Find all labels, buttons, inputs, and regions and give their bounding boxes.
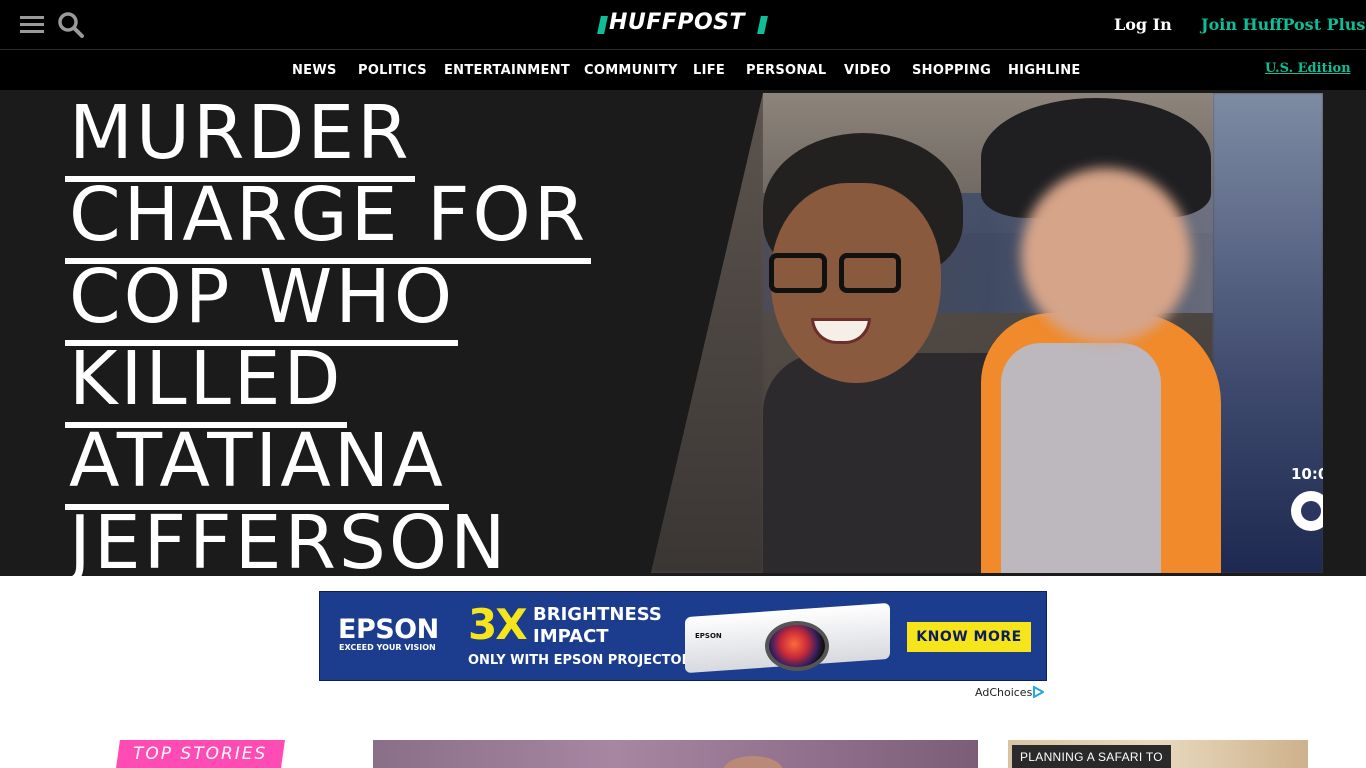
- search-icon[interactable]: [57, 11, 85, 39]
- headline-line: COP WHO: [65, 254, 459, 346]
- nav-item-politics[interactable]: POLITICS: [358, 63, 427, 78]
- projector-label: EPSON: [695, 632, 722, 640]
- section-nav: NEWS POLITICS ENTERTAINMENT COMMUNITY LI…: [0, 49, 1366, 90]
- headline-line: KILLED: [65, 336, 347, 428]
- ad-headline-line: BRIGHTNESS: [533, 604, 662, 625]
- know-more-button[interactable]: KNOW MORE: [907, 622, 1031, 652]
- cbs-logo-icon: [1291, 491, 1323, 531]
- nav-item-shopping[interactable]: SHOPPING: [912, 63, 991, 78]
- nav-item-highline[interactable]: HIGHLINE: [1008, 63, 1081, 78]
- hamburger-menu-icon[interactable]: [20, 16, 44, 34]
- nav-item-news[interactable]: NEWS: [292, 63, 337, 78]
- ad-big-text: 3X: [468, 600, 528, 649]
- adchoices-icon[interactable]: [1032, 686, 1044, 698]
- adchoices-link[interactable]: AdChoices: [975, 686, 1032, 699]
- top-bar: HUFFPOST Log In Join HuffPost Plus: [0, 0, 1366, 49]
- join-huffpost-plus-link[interactable]: Join HuffPost Plus: [1201, 15, 1365, 34]
- headline-line: CHARGE FOR: [65, 172, 592, 264]
- ad-headline: BRIGHTNESS IMPACT: [533, 604, 662, 648]
- story-thumbnail-tag: PLANNING A SAFARI TO: [1012, 745, 1171, 768]
- headline-line: MURDER: [65, 90, 415, 182]
- hero-photo[interactable]: 10:0: [651, 93, 1323, 573]
- epson-banner-ad[interactable]: EPSON EXCEED YOUR VISION 3X BRIGHTNESS I…: [319, 591, 1047, 681]
- login-link[interactable]: Log In: [1114, 15, 1172, 34]
- huffpost-logo[interactable]: HUFFPOST: [597, 10, 768, 37]
- ad-tagline: EXCEED YOUR VISION: [339, 643, 436, 652]
- logo-text: HUFFPOST: [609, 10, 746, 35]
- ad-brand: EPSON: [338, 614, 439, 645]
- top-stories-label: TOP STORIES: [133, 744, 268, 764]
- ad-headline-line: IMPACT: [533, 626, 609, 647]
- headline-line: JEFFERSON: [65, 500, 512, 592]
- headline-line: ATATIANA: [65, 418, 449, 510]
- ad-subline: ONLY WITH EPSON PROJECTORS: [468, 653, 701, 668]
- tv-timestamp: 10:0: [1291, 465, 1323, 483]
- story-thumbnail[interactable]: [373, 740, 978, 768]
- hero-headline[interactable]: MURDER CHARGE FOR COP WHO KILLED ATATIAN…: [65, 90, 645, 592]
- nav-item-life[interactable]: LIFE: [693, 63, 725, 78]
- nav-item-video[interactable]: VIDEO: [844, 63, 891, 78]
- nav-item-community[interactable]: COMMUNITY: [584, 63, 678, 78]
- nav-item-entertainment[interactable]: ENTERTAINMENT: [444, 63, 570, 78]
- edition-selector[interactable]: U.S. Edition: [1265, 61, 1351, 76]
- hero-splash: MURDER CHARGE FOR COP WHO KILLED ATATIAN…: [0, 90, 1366, 592]
- projector-image: EPSON: [685, 596, 895, 676]
- nav-item-personal[interactable]: PERSONAL: [746, 63, 826, 78]
